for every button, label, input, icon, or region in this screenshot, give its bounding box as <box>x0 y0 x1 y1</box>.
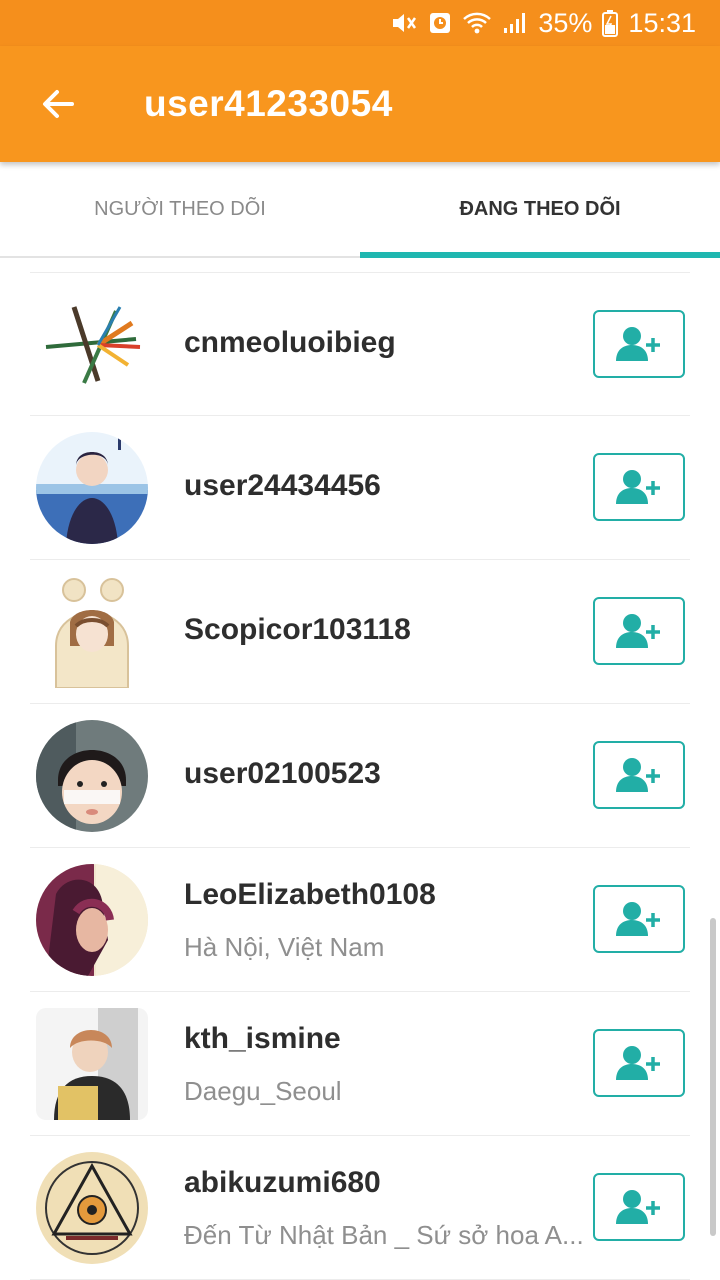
follow-button[interactable] <box>593 310 685 378</box>
add-user-icon <box>616 758 660 792</box>
tab-following[interactable]: ĐANG THEO DÕI <box>360 162 720 258</box>
tab-followers[interactable]: NGƯỜI THEO DÕI <box>0 162 360 256</box>
avatar <box>36 576 148 688</box>
add-user-icon <box>616 614 660 648</box>
follow-button[interactable] <box>593 885 685 953</box>
username: user02100523 <box>184 757 381 790</box>
alarm-icon <box>428 10 452 36</box>
username: user24434456 <box>184 469 381 502</box>
avatar <box>36 864 148 976</box>
add-user-icon <box>616 1190 660 1224</box>
tab-followers-label: NGƯỜI THEO DÕI <box>94 197 266 220</box>
battery-percentage: 35% <box>538 7 593 38</box>
back-button[interactable] <box>30 76 86 132</box>
app-bar: user41233054 <box>0 46 720 162</box>
tab-bar: NGƯỜI THEO DÕI ĐANG THEO DÕI <box>0 162 720 258</box>
user-location: Hà Nội, Việt Nam <box>184 932 385 962</box>
back-arrow-icon <box>43 90 74 118</box>
status-bar: 35% 15:31 <box>0 0 720 46</box>
avatar <box>36 1008 148 1120</box>
user-location: Daegu_Seoul <box>184 1076 342 1106</box>
list-item[interactable]: abikuzumi680 Đến Từ Nhật Bản _ Sứ sở hoa… <box>30 1136 690 1280</box>
avatar <box>36 432 148 544</box>
list-item[interactable]: user02100523 <box>30 704 690 848</box>
list-item[interactable]: Scopicor103118 <box>30 560 690 704</box>
username: LeoElizabeth0108 <box>184 878 436 911</box>
follow-button[interactable] <box>593 741 685 809</box>
add-user-icon <box>616 902 660 936</box>
username: Scopicor103118 <box>184 613 411 646</box>
mute-icon <box>390 10 418 36</box>
tab-following-label: ĐANG THEO DÕI <box>459 197 621 220</box>
battery-icon <box>602 9 619 37</box>
add-user-icon <box>616 327 660 361</box>
follow-button[interactable] <box>593 453 685 521</box>
list-item[interactable]: kth_ismine Daegu_Seoul <box>30 992 690 1136</box>
add-user-icon <box>616 470 660 504</box>
user-location: Đến Từ Nhật Bản _ Sứ sở hoa A... <box>184 1220 584 1250</box>
page-title: user41233054 <box>144 83 393 124</box>
signal-icon <box>502 10 528 36</box>
avatar <box>36 720 148 832</box>
list-item[interactable]: LeoElizabeth0108 Hà Nội, Việt Nam <box>30 848 690 992</box>
clock: 15:31 <box>628 7 696 38</box>
following-list: cnmeoluoibieg user24434456 Scopicor10311… <box>0 272 720 1280</box>
follow-button[interactable] <box>593 1173 685 1241</box>
avatar <box>36 1152 148 1264</box>
follow-button[interactable] <box>593 1029 685 1097</box>
add-user-icon <box>616 1046 660 1080</box>
list-item[interactable]: user24434456 <box>30 416 690 560</box>
follow-button[interactable] <box>593 597 685 665</box>
username: kth_ismine <box>184 1022 341 1055</box>
list-item[interactable]: cnmeoluoibieg <box>30 272 690 416</box>
username: abikuzumi680 <box>184 1166 381 1199</box>
username: cnmeoluoibieg <box>184 326 396 359</box>
active-tab-indicator <box>360 252 720 258</box>
wifi-icon <box>462 10 492 36</box>
avatar <box>36 289 148 401</box>
scrollbar[interactable] <box>710 918 716 1236</box>
